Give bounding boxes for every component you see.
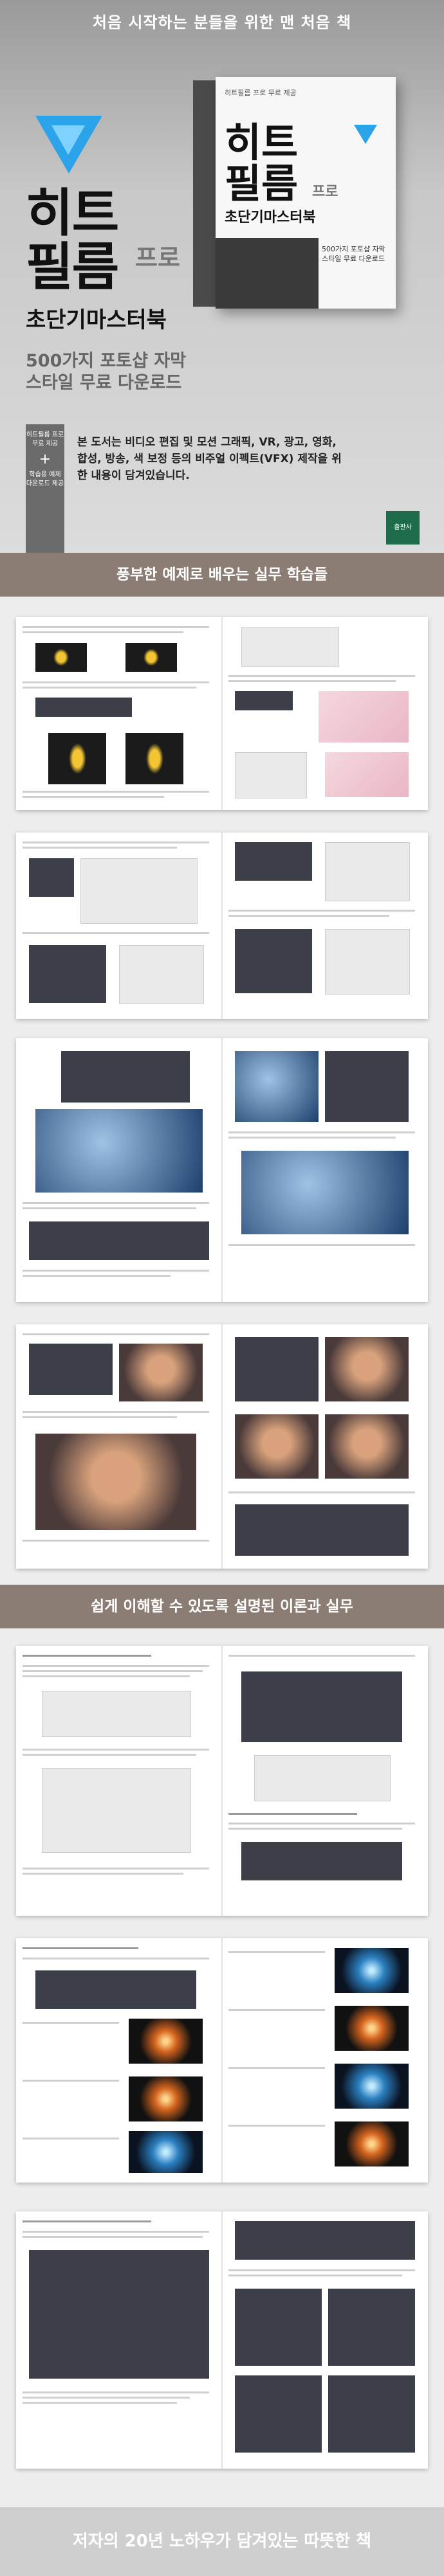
lamp-diagram <box>119 945 204 1004</box>
app-screenshot <box>241 1671 402 1742</box>
book-spread-7 <box>16 2211 428 2469</box>
app-screenshot <box>29 1221 209 1260</box>
page-right <box>228 1646 421 1916</box>
book-logo-icon <box>354 125 377 144</box>
effect-preview <box>129 2019 203 2064</box>
app-screenshot <box>328 2375 415 2453</box>
app-screenshot <box>235 1337 319 1401</box>
lamp-diagram <box>325 842 410 901</box>
page-left <box>23 1646 216 1916</box>
effect-preview <box>335 2006 409 2051</box>
dialog-screenshot <box>42 1768 191 1853</box>
app-screenshot <box>328 2289 415 2366</box>
portrait-image <box>35 1434 196 1530</box>
app-screenshot <box>35 1970 196 2009</box>
page-right <box>228 2211 421 2469</box>
app-screenshot <box>235 691 293 710</box>
effect-preview <box>129 2131 203 2173</box>
app-screenshot <box>241 1842 402 1880</box>
portrait-image <box>235 1414 319 1479</box>
lamp-diagram <box>80 858 198 924</box>
cherry-blossom-image <box>325 752 409 797</box>
app-screenshot <box>235 2375 322 2453</box>
portrait-image <box>119 1344 203 1401</box>
app-screenshot <box>29 945 106 1003</box>
hero-subtitle: 초단기마스터북 <box>26 307 167 333</box>
effect-preview <box>335 2121 409 2166</box>
promo-plus: + <box>39 451 51 467</box>
book-spread-6 <box>16 1938 428 2183</box>
portrait-image <box>325 1414 409 1479</box>
book-cover-graphic <box>216 238 319 309</box>
butterfly-image <box>125 643 177 672</box>
effect-preview <box>335 1948 409 1993</box>
hero-banner: 처음 시작하는 분들을 위한 맨 처음 책 <box>92 14 352 32</box>
app-screenshot <box>325 1051 409 1122</box>
app-screenshot <box>35 698 132 717</box>
app-screenshot <box>235 842 312 881</box>
app-screenshot <box>235 752 307 798</box>
app-screenshot <box>235 2221 415 2260</box>
page-left <box>23 1038 216 1302</box>
app-screenshot <box>29 858 74 897</box>
page-right <box>228 1324 421 1569</box>
portrait-image <box>325 1337 409 1401</box>
page-right <box>228 833 421 1019</box>
spread-gutter <box>221 617 223 810</box>
page-left <box>23 617 216 810</box>
lamp-diagram <box>325 929 410 995</box>
page-right <box>228 617 421 810</box>
publisher-logo: 출판사 <box>386 511 420 545</box>
detail-page: 처음 시작하는 분들을 위한 맨 처음 책 히트 필름 프로 초단기마스터북 5… <box>0 0 444 2576</box>
page-left <box>23 1938 216 2183</box>
app-screenshot <box>235 929 312 993</box>
book-subtitle: 초단기마스터북 <box>225 210 316 226</box>
section-theory-title: 쉽게 이해할 수 있도록 설명된 이론과 실무 <box>0 1585 444 1628</box>
book-spread-4 <box>16 1324 428 1569</box>
page-left <box>23 2211 216 2469</box>
butterfly-image <box>125 733 183 784</box>
promo-line1: 히트필름 프로 무료 제공 <box>26 431 64 447</box>
hero-title: 히트 필름 <box>26 183 119 297</box>
hero-pro-label: 프로 <box>135 244 180 272</box>
effect-preview <box>335 2064 409 2109</box>
book-spread-5 <box>16 1646 428 1916</box>
book-spread-1 <box>16 617 428 810</box>
page-left <box>23 833 216 1019</box>
page-right <box>228 1038 421 1302</box>
hero-section: 처음 시작하는 분들을 위한 맨 처음 책 히트 필름 프로 초단기마스터북 5… <box>0 0 444 553</box>
app-screenshot <box>235 2289 322 2366</box>
app-screenshot <box>61 1051 190 1103</box>
hero-description: 본 도서는 비디오 편집 및 모션 그래픽, VR, 광고, 영화, 합성, 방… <box>77 436 342 482</box>
app-screenshot <box>241 627 339 667</box>
promo-line2: 학습용 예제 다운로드 제공 <box>26 471 64 487</box>
snow-scene-image <box>235 1051 319 1122</box>
butterfly-image <box>35 643 87 672</box>
book-top-line: 히트필름 프로 무료 제공 <box>225 89 297 97</box>
diagram-image <box>42 1691 191 1737</box>
footer-banner: 저자의 20년 노하우가 담겨있는 따뜻한 책 <box>0 2507 444 2576</box>
book-cover: 히트필름 프로 무료 제공 히트 필름 프로 초단기마스터북 500가지 포토샵… <box>216 77 396 309</box>
hitfilm-logo-inner-icon <box>51 125 85 155</box>
book-pro-label: 프로 <box>312 184 338 200</box>
effect-preview <box>129 2076 203 2121</box>
page-left <box>23 1324 216 1569</box>
snow-scene-image <box>241 1151 409 1234</box>
cherry-blossom-image <box>319 691 409 743</box>
book-spread-3 <box>16 1038 428 1302</box>
app-screenshot <box>29 1344 113 1395</box>
app-screenshot <box>29 2250 209 2379</box>
book-feature: 500가지 포토샵 자막 스타일 무료 다운로드 <box>322 245 385 263</box>
book-title: 히트 필름 <box>225 119 299 207</box>
snow-scene-image <box>35 1109 203 1193</box>
book-spread-2 <box>16 833 428 1019</box>
section-examples-title: 풍부한 예제로 배우는 실무 학습들 <box>0 553 444 597</box>
shape-diagram <box>254 1755 391 1801</box>
hero-feature: 500가지 포토샵 자막 스타일 무료 다운로드 <box>26 351 187 393</box>
butterfly-image <box>48 733 106 784</box>
book-spine <box>193 80 216 307</box>
page-right <box>228 1938 421 2183</box>
promo-badge: 히트필름 프로 무료 제공 + 학습용 예제 다운로드 제공 <box>26 424 64 553</box>
app-screenshot <box>235 1504 409 1556</box>
